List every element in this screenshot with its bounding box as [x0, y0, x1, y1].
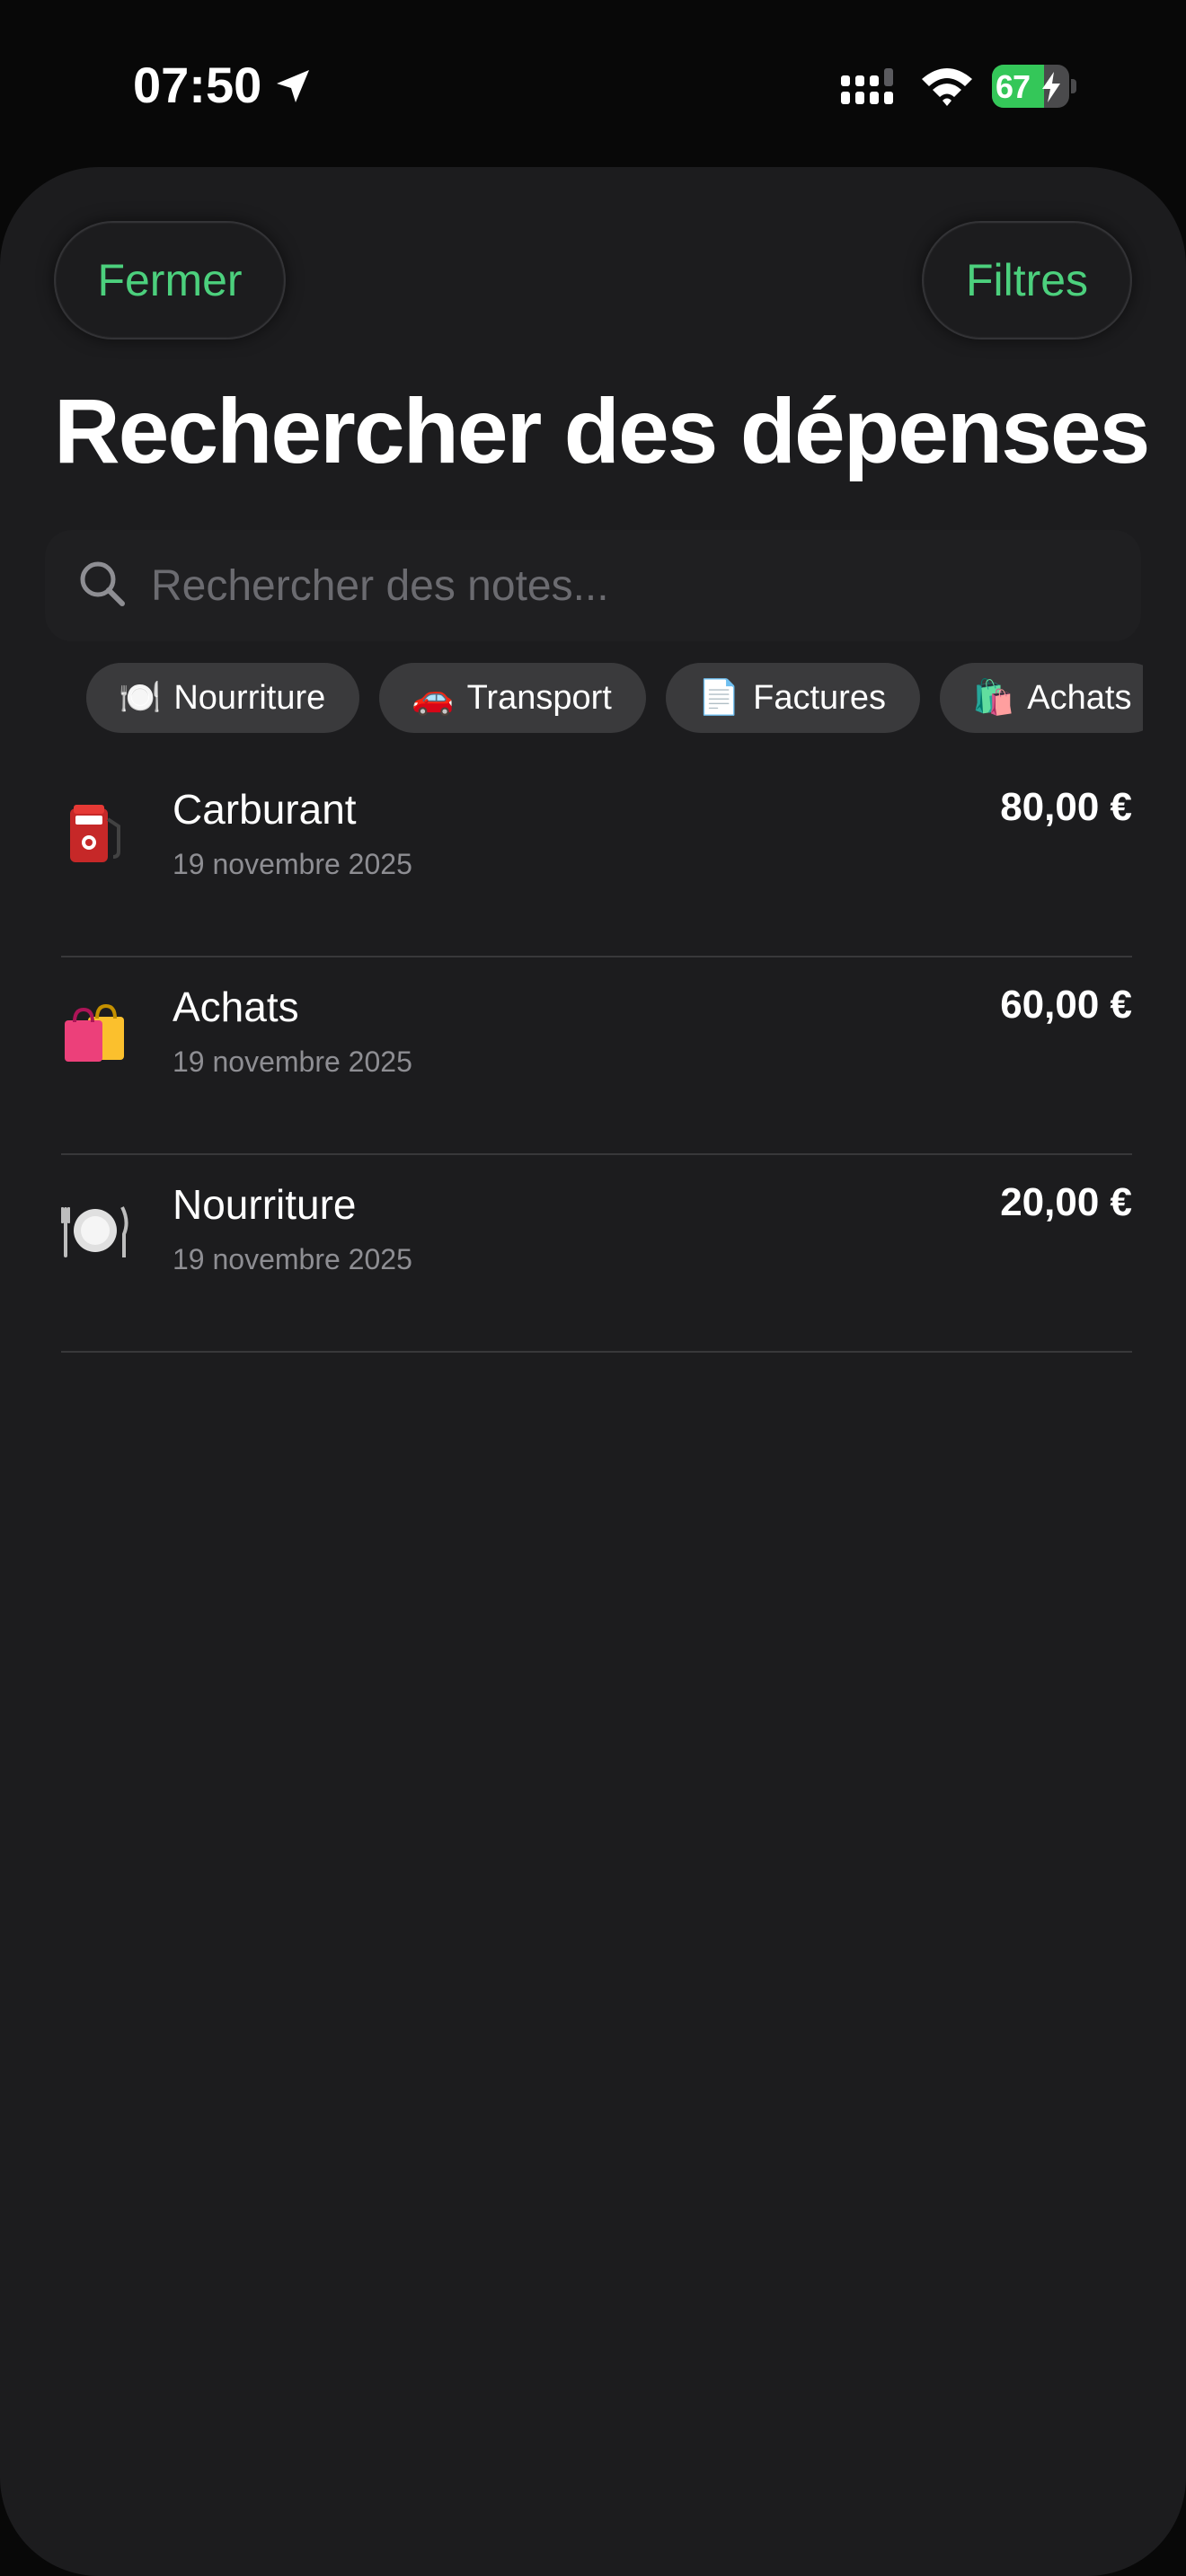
chip-factures[interactable]: 📄 Factures — [665, 663, 920, 733]
status-bar: 07:50 67 — [0, 0, 1186, 162]
expense-date: 19 novembre 2025 — [173, 1243, 412, 1275]
location-arrow-icon — [277, 70, 309, 102]
chip-label: Achats — [1027, 679, 1132, 717]
shopping-bags-icon: 🛍️ — [971, 679, 1015, 717]
cellular-signal-icon — [841, 68, 893, 104]
battery-cap — [1071, 79, 1076, 93]
chip-achats[interactable]: 🛍️ Achats — [939, 663, 1143, 733]
chip-transport[interactable]: 🚗 Transport — [379, 663, 646, 733]
expense-date: 19 novembre 2025 — [173, 1045, 412, 1078]
plate-icon — [61, 1206, 128, 1257]
filters-button[interactable]: Filtres — [922, 221, 1132, 340]
search-bar[interactable] — [45, 530, 1141, 641]
expense-name: Carburant — [173, 786, 357, 833]
plate-icon: 🍽️ — [119, 679, 162, 717]
wifi-icon — [922, 68, 972, 106]
category-chips: 🍽️ Nourriture 🚗 Transport 📄 Factures 🛍️ Acha… — [86, 663, 1143, 735]
expense-name: Nourriture — [173, 1181, 357, 1228]
chip-nourriture[interactable]: 🍽️ Nourriture — [86, 663, 360, 733]
chip-label: Nourriture — [173, 679, 326, 717]
battery-body: 67 — [992, 65, 1069, 108]
expense-list: Carburant 19 novembre 2025 80,00 € Achat… — [61, 760, 1132, 1353]
search-icon — [80, 561, 125, 606]
expense-row-achats[interactable]: Achats 19 novembre 2025 60,00 € — [61, 957, 1132, 1155]
expense-name: Achats — [173, 984, 299, 1030]
charging-bolt-icon — [1042, 72, 1060, 102]
expense-amount: 80,00 € — [1000, 785, 1132, 829]
expense-row-nourriture[interactable]: Nourriture 19 novembre 2025 20,00 € — [61, 1155, 1132, 1353]
expense-amount: 20,00 € — [1000, 1180, 1132, 1224]
search-input[interactable] — [151, 550, 1103, 622]
status-time: 07:50 — [133, 57, 262, 113]
chip-label: Factures — [753, 679, 886, 717]
fuel-pump-icon — [70, 805, 120, 862]
car-icon: 🚗 — [412, 679, 455, 717]
expense-row-carburant[interactable]: Carburant 19 novembre 2025 80,00 € — [61, 760, 1132, 957]
search-sheet: Fermer Filtres Rechercher des dépenses 🍽… — [0, 167, 1186, 2576]
chip-label: Transport — [466, 679, 612, 717]
page-title: Rechercher des dépenses — [54, 380, 1150, 482]
expense-date: 19 novembre 2025 — [173, 848, 412, 880]
close-button[interactable]: Fermer — [54, 221, 286, 340]
battery-indicator: 67 — [992, 65, 1076, 108]
expense-amount: 60,00 € — [1000, 983, 1132, 1027]
battery-level: 67 — [996, 68, 1031, 105]
shopping-bags-icon — [65, 1003, 124, 1062]
document-icon: 📄 — [697, 679, 741, 717]
